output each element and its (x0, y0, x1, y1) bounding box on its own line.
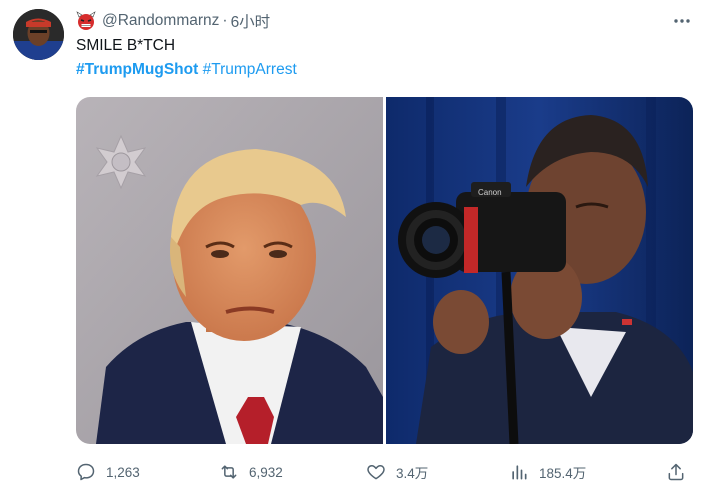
mugshot-photo[interactable] (76, 97, 383, 444)
ogre-mask-icon (76, 11, 96, 31)
share-button[interactable] (666, 458, 696, 486)
hashtags: #TrumpMugShot #TrumpArrest (76, 61, 297, 79)
like-button[interactable]: 3.4万 (366, 458, 428, 486)
avatar[interactable] (13, 9, 64, 60)
reply-icon (76, 462, 96, 482)
tweet-header: @Randommarnz · 6小时 (76, 10, 270, 32)
like-count: 3.4万 (396, 466, 429, 481)
retweet-count: 6,932 (249, 464, 283, 480)
view-count: 185.4万 (539, 466, 587, 481)
avatar-image (13, 9, 64, 60)
retweet-button[interactable]: 6,932 (219, 458, 283, 486)
photographer-with-camera-photo[interactable]: Canon (386, 97, 693, 444)
share-icon (666, 462, 686, 482)
reply-count: 1,263 (106, 464, 140, 480)
svg-text:Canon: Canon (478, 188, 502, 197)
views-button[interactable]: 185.4万 (509, 458, 586, 486)
username[interactable]: @Randommarnz (102, 12, 219, 30)
media-grid: Canon (76, 97, 693, 444)
reply-button[interactable]: 1,263 (76, 458, 140, 486)
separator-dot: · (222, 12, 228, 29)
more-options-icon[interactable] (669, 10, 695, 32)
heart-icon (366, 462, 386, 482)
views-chart-icon (509, 462, 529, 482)
hashtag-trumpmugshot[interactable]: #TrumpMugShot (76, 61, 198, 78)
action-bar: 1,263 6,932 3.4万 185.4万 (76, 458, 696, 486)
hashtag-trumparrest[interactable]: #TrumpArrest (203, 61, 297, 78)
retweet-icon (219, 462, 239, 482)
timestamp[interactable]: 6小时 (231, 10, 271, 32)
tweet-text: SMILE B*TCH (76, 37, 176, 54)
